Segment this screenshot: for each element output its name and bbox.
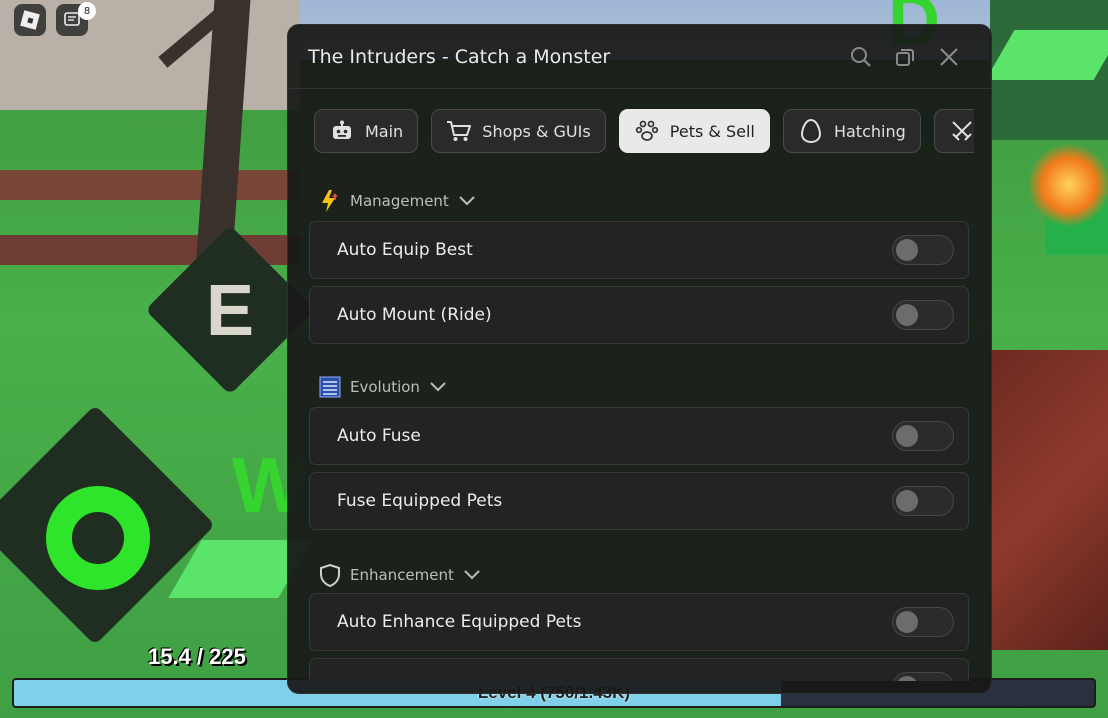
section-enhancement[interactable]: Enhancement xyxy=(318,563,480,587)
shield-icon xyxy=(318,563,342,587)
tab-pets-sell[interactable]: Pets & Sell xyxy=(618,109,770,153)
toggle-switch[interactable] xyxy=(892,486,954,516)
fence-rail-top xyxy=(0,170,300,200)
toggle-switch[interactable] xyxy=(892,672,954,681)
toggle-switch[interactable] xyxy=(892,421,954,451)
chat-badge: 8 xyxy=(78,2,96,20)
green-ring xyxy=(46,486,150,590)
tab-bar: Main Shops & GUIs Pets & Sell Hatching xyxy=(314,109,974,157)
row-label: Fuse Equipped Pets xyxy=(337,491,503,511)
toggle-knob xyxy=(896,490,918,512)
toggle-row-auto-mount[interactable]: Auto Mount (Ride) xyxy=(309,286,969,344)
tab-shops-guis[interactable]: Shops & GUIs xyxy=(431,109,606,153)
tab-label: Main xyxy=(365,121,404,141)
restore-icon[interactable] xyxy=(883,42,927,72)
fire-effect xyxy=(1030,140,1108,230)
section-evolution[interactable]: Evolution xyxy=(318,375,446,399)
section-title: Enhancement xyxy=(350,566,454,584)
row-label: Auto Equip Best xyxy=(337,240,473,260)
toggle-row-fuse-equipped-pets[interactable]: Fuse Equipped Pets xyxy=(309,472,969,530)
toggle-row-auto-fuse[interactable]: Auto Fuse xyxy=(309,407,969,465)
toggle-switch[interactable] xyxy=(892,300,954,330)
toggle-knob xyxy=(896,611,918,633)
search-icon[interactable] xyxy=(839,42,883,72)
toggle-row-partial[interactable] xyxy=(309,658,969,681)
row-label: Auto Mount (Ride) xyxy=(337,305,492,325)
chevron-down-icon xyxy=(430,378,446,396)
toggle-row-auto-equip-best[interactable]: Auto Equip Best xyxy=(309,221,969,279)
toggle-row-auto-enhance-equipped-pets[interactable]: Auto Enhance Equipped Pets xyxy=(309,593,969,651)
toggle-knob xyxy=(896,304,918,326)
swords-icon xyxy=(949,118,974,144)
robot-icon xyxy=(329,118,355,144)
list-icon xyxy=(318,375,342,399)
roblox-logo-icon xyxy=(20,10,40,30)
close-icon[interactable] xyxy=(927,42,971,72)
row-label: Auto Enhance Equipped Pets xyxy=(337,612,582,632)
tab-main[interactable]: Main xyxy=(314,109,419,153)
lightning-icon xyxy=(318,189,342,213)
key-e-letter: E xyxy=(206,271,255,351)
red-blocks xyxy=(990,350,1108,650)
paw-icon xyxy=(634,118,660,144)
chevron-down-icon xyxy=(464,566,480,584)
tab-combat[interactable] xyxy=(933,109,974,153)
toggle-switch[interactable] xyxy=(892,235,954,265)
tab-label: Pets & Sell xyxy=(669,121,755,141)
toggle-knob xyxy=(896,425,918,447)
toggle-knob xyxy=(896,676,918,681)
window-titlebar[interactable]: The Intruders - Catch a Monster xyxy=(288,25,991,89)
cart-icon xyxy=(446,118,472,144)
roblox-menu-button[interactable] xyxy=(14,4,46,36)
toggle-knob xyxy=(896,239,918,261)
toggle-switch[interactable] xyxy=(892,607,954,637)
tab-label: Hatching xyxy=(833,121,906,141)
row-label: Auto Fuse xyxy=(337,426,421,446)
section-title: Management xyxy=(350,192,449,210)
tab-hatching[interactable]: Hatching xyxy=(782,109,921,153)
window-title: The Intruders - Catch a Monster xyxy=(308,45,611,68)
section-title: Evolution xyxy=(350,378,420,396)
tab-content[interactable]: Management Auto Equip Best Auto Mount (R… xyxy=(288,177,991,681)
tab-label: Shops & GUIs xyxy=(482,121,591,141)
section-management[interactable]: Management xyxy=(318,189,475,213)
health-text: 15.4 / 225 xyxy=(148,644,246,669)
egg-icon xyxy=(798,118,824,144)
chevron-down-icon xyxy=(459,192,475,210)
script-window: The Intruders - Catch a Monster Main Sho… xyxy=(287,24,992,694)
